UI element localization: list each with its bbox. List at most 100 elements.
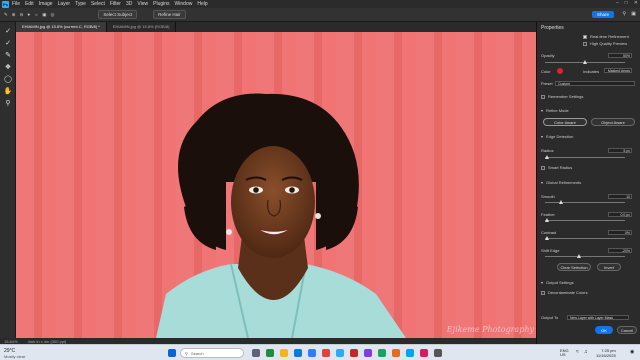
ok-button[interactable]: OK bbox=[595, 326, 613, 334]
output-settings-section[interactable]: Output Settings bbox=[541, 280, 574, 285]
weather-desc: Mostly clear bbox=[4, 354, 26, 359]
opacity-value[interactable]: 50% bbox=[608, 53, 632, 58]
store-icon[interactable] bbox=[308, 349, 316, 357]
app-icon[interactable] bbox=[378, 349, 386, 357]
tab-document-1[interactable]: EHIAMIN.jpg @ 15.8% (current.C, RGB/8) * bbox=[16, 22, 107, 32]
refine-edge-brush-icon[interactable]: ✓ bbox=[3, 38, 13, 48]
global-refinements-section[interactable]: Global Refinements bbox=[541, 180, 581, 185]
document-canvas[interactable]: Ejikeme Photography bbox=[16, 32, 536, 338]
app-icon[interactable] bbox=[350, 349, 358, 357]
decontaminate-colors[interactable]: Decontaminate Colors bbox=[541, 290, 636, 295]
mask-color-swatch[interactable] bbox=[557, 68, 563, 74]
brush-icon[interactable]: ✎ bbox=[3, 50, 13, 60]
zoom-icon[interactable]: ⚲ bbox=[3, 98, 13, 108]
menu-filter[interactable]: Filter bbox=[110, 1, 121, 7]
file-explorer-icon[interactable] bbox=[280, 349, 288, 357]
real-time-refinement[interactable]: Real-time Refinement bbox=[583, 34, 636, 39]
feather-slider[interactable] bbox=[545, 218, 625, 222]
hand-icon[interactable]: ✋ bbox=[3, 86, 13, 96]
menu-window[interactable]: Window bbox=[175, 1, 193, 7]
zoom-level[interactable]: 15.84% bbox=[4, 339, 18, 344]
checkbox-icon[interactable] bbox=[583, 41, 587, 46]
object-selection-icon[interactable]: ❖ bbox=[3, 62, 13, 72]
radius-slider[interactable] bbox=[545, 155, 625, 159]
minimize-icon[interactable]: – bbox=[616, 0, 619, 6]
menu-view[interactable]: View bbox=[137, 1, 148, 7]
tab-document-2[interactable]: EHIAMIN.jpg @ 15.8% (RGB/8) bbox=[107, 22, 177, 32]
menu-image[interactable]: Image bbox=[39, 1, 53, 7]
menu-help[interactable]: Help bbox=[197, 1, 207, 7]
object-aware-button[interactable]: Object Aware bbox=[591, 118, 635, 126]
invert-button[interactable]: Invert bbox=[597, 263, 621, 271]
smooth-slider[interactable] bbox=[545, 200, 625, 204]
menu-file[interactable]: File bbox=[12, 1, 20, 7]
taskbar-search[interactable]: ⚲ Search bbox=[180, 348, 244, 358]
app-icon[interactable] bbox=[420, 349, 428, 357]
menu-type[interactable]: Type bbox=[75, 1, 86, 7]
angle-icon[interactable]: ☼ bbox=[34, 12, 38, 17]
weather-widget[interactable]: 29°C Mostly clear bbox=[4, 348, 25, 359]
contrast-slider[interactable] bbox=[545, 236, 625, 240]
brush-size-icon[interactable]: ● bbox=[27, 12, 30, 17]
share-button[interactable]: Share bbox=[591, 11, 614, 18]
chrome-icon[interactable] bbox=[322, 349, 330, 357]
feather-value[interactable]: 0.0 px bbox=[608, 212, 632, 217]
checkbox-icon[interactable] bbox=[541, 290, 545, 295]
app-icon[interactable] bbox=[406, 349, 414, 357]
cancel-button[interactable]: Cancel bbox=[617, 326, 637, 334]
wifi-icon[interactable]: ≈ bbox=[576, 349, 579, 355]
tools-panel: ✓ ✓ ✎ ❖ ◯ ✋ ⚲ bbox=[0, 22, 16, 344]
close-icon[interactable]: ✕ bbox=[634, 0, 638, 6]
start-icon[interactable] bbox=[168, 349, 176, 357]
clear-selection-button[interactable]: Clear Selection bbox=[557, 263, 591, 271]
app-icon[interactable] bbox=[364, 349, 372, 357]
checkbox-icon[interactable] bbox=[541, 94, 545, 99]
high-quality-preview[interactable]: High Quality Preview bbox=[583, 41, 636, 46]
preset-select[interactable]: Custom bbox=[555, 81, 635, 86]
shift-edge-value[interactable]: -20% bbox=[608, 248, 632, 253]
photoshop-taskbar-icon[interactable] bbox=[336, 349, 344, 357]
task-view-icon[interactable] bbox=[252, 349, 260, 357]
shift-edge-slider[interactable] bbox=[545, 254, 625, 258]
notification-icon[interactable]: ◉ bbox=[630, 349, 634, 355]
search-icon[interactable]: ⚲ bbox=[622, 11, 626, 17]
menu-select[interactable]: Select bbox=[91, 1, 105, 7]
quick-selection-icon[interactable]: ✓ bbox=[3, 26, 13, 36]
indicates-select[interactable]: Masked Areas bbox=[604, 68, 632, 73]
app-icon[interactable] bbox=[434, 349, 442, 357]
remember-settings[interactable]: Remember Settings bbox=[541, 94, 636, 99]
refine-hair-button[interactable]: Refine Hair bbox=[153, 10, 186, 19]
clock-date: 11/16/2025 bbox=[596, 353, 616, 358]
subtract-mode-icon[interactable]: ⊖ bbox=[20, 12, 24, 18]
brush-tool-icon[interactable]: ✎ bbox=[4, 12, 8, 18]
refine-mode-section[interactable]: Refine Mode bbox=[541, 108, 569, 113]
checkbox-icon[interactable] bbox=[583, 34, 587, 39]
smooth-value[interactable]: 10 bbox=[608, 194, 632, 199]
menu-plugins[interactable]: Plugins bbox=[153, 1, 169, 7]
volume-icon[interactable]: ♫ bbox=[584, 349, 588, 355]
edge-icon[interactable] bbox=[294, 349, 302, 357]
smart-radius[interactable]: Smart Radius bbox=[541, 165, 636, 170]
clock[interactable]: 7:25 pm 11/16/2025 bbox=[596, 348, 616, 358]
menu-3d[interactable]: 3D bbox=[126, 1, 132, 7]
select-subject-button[interactable]: Select Subject bbox=[98, 10, 138, 19]
pressure-icon[interactable]: ◎ bbox=[50, 12, 54, 18]
color-aware-button[interactable]: Color Aware bbox=[543, 118, 587, 126]
output-to-select[interactable]: New Layer with Layer Mask bbox=[567, 315, 629, 320]
edge-detection-section[interactable]: Edge Detection bbox=[541, 134, 573, 139]
face bbox=[231, 146, 315, 258]
lasso-icon[interactable]: ◯ bbox=[3, 74, 13, 84]
menu-layer[interactable]: Layer bbox=[58, 1, 71, 7]
sample-icon[interactable]: ▣ bbox=[42, 12, 46, 18]
app-icon[interactable] bbox=[266, 349, 274, 357]
workspace-icon[interactable]: ▣ bbox=[631, 11, 636, 17]
contrast-value[interactable]: 0% bbox=[608, 230, 632, 235]
menu-edit[interactable]: Edit bbox=[25, 1, 34, 7]
app-icon[interactable] bbox=[392, 349, 400, 357]
add-mode-icon[interactable]: ⊕ bbox=[12, 12, 16, 18]
maximize-icon[interactable]: □ bbox=[625, 0, 628, 6]
opacity-slider[interactable] bbox=[545, 60, 625, 64]
checkbox-icon[interactable] bbox=[541, 165, 545, 170]
language-indicator[interactable]: ENG US bbox=[560, 349, 569, 357]
radius-value[interactable]: 5 px bbox=[608, 148, 632, 153]
